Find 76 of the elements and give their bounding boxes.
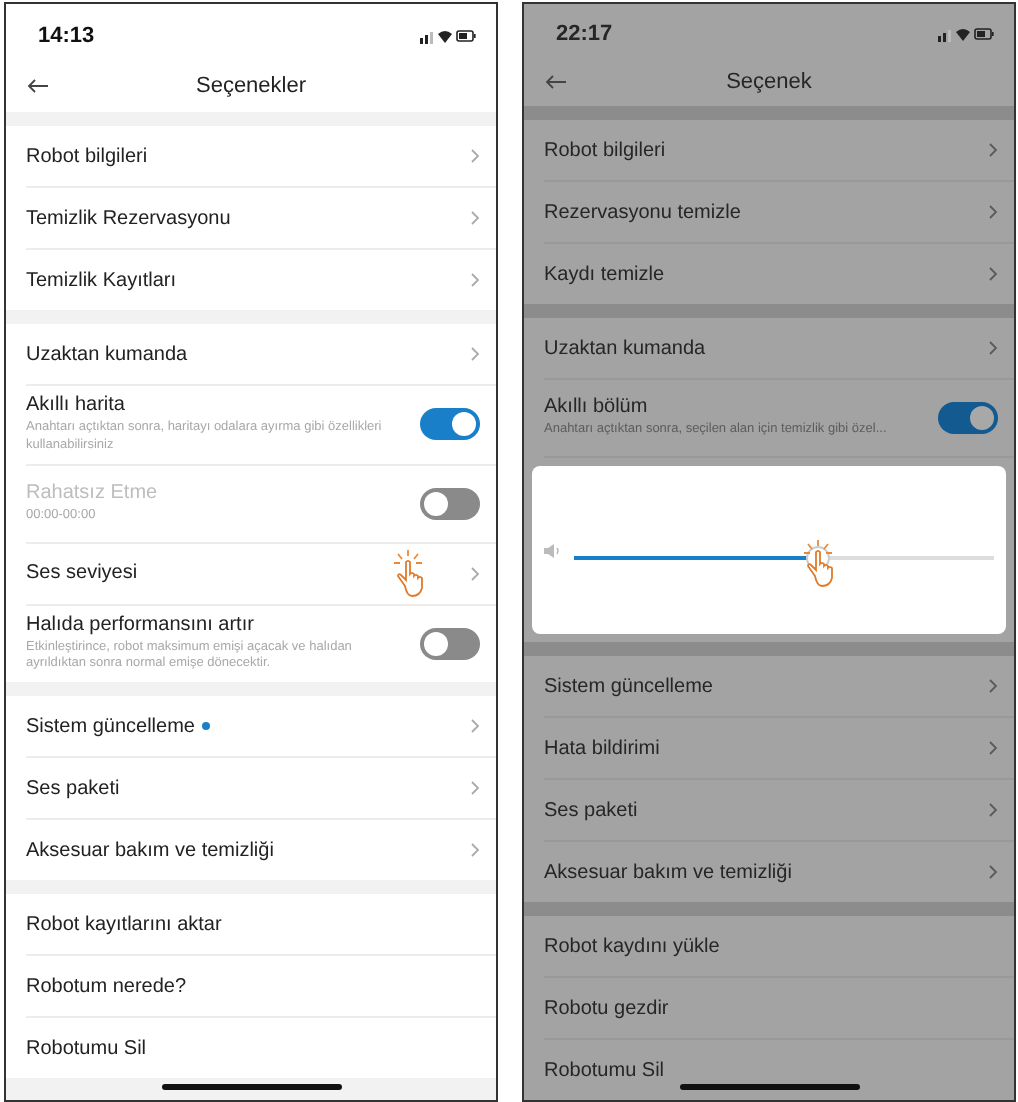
speaker-icon xyxy=(544,543,562,557)
settings-row[interactable]: Robot kayıtlarını aktar xyxy=(26,894,496,957)
settings-row[interactable]: Robotumu Sil xyxy=(26,1018,496,1079)
row-label: Akıllı harita xyxy=(26,394,127,416)
settings-row[interactable]: Robotumu Sil xyxy=(544,1040,1014,1100)
settings-row[interactable]: Robot bilgileri xyxy=(26,126,496,188)
chevron-right-icon xyxy=(470,148,480,164)
chevron-right-icon xyxy=(988,340,998,356)
screen-title: Seçenek xyxy=(726,69,812,94)
chevron-right-icon xyxy=(470,210,480,226)
row-label: Robot kayıtlarını aktar xyxy=(26,913,222,936)
chevron-right-icon xyxy=(470,272,480,288)
toggle-switch[interactable] xyxy=(938,402,998,434)
settings-row[interactable]: Ses seviyesi xyxy=(26,543,496,606)
row-label: Hata bildirimi xyxy=(544,737,660,759)
settings-row[interactable]: Robot kaydını yükle xyxy=(544,916,1014,978)
settings-row[interactable]: Uzaktan kumanda xyxy=(26,324,496,386)
chevron-right-icon xyxy=(470,718,480,735)
chevron-right-icon xyxy=(988,266,998,282)
chevron-right-icon xyxy=(988,142,998,158)
row-label: Aksesuar bakım ve temizliği xyxy=(544,861,792,883)
row-label: Halıda performansını artır xyxy=(26,613,256,636)
settings-row[interactable]: Temizlik Kayıtları xyxy=(26,250,496,310)
row-label: Ses paketi xyxy=(544,799,638,821)
row-label: Temizlik Rezervasyonu xyxy=(26,207,231,229)
chevron-right-icon xyxy=(470,346,480,362)
chevron-right-icon xyxy=(988,740,998,756)
row-label: Robot kaydını yükle xyxy=(544,935,720,957)
row-label: Ses paketi xyxy=(26,777,120,800)
chevron-right-icon xyxy=(988,678,998,694)
back-arrow-icon[interactable] xyxy=(544,73,568,90)
row-label: Ses seviyesi xyxy=(26,562,138,585)
chevron-right-icon xyxy=(988,864,998,880)
settings-row[interactable]: Aksesuar bakım ve temizliği xyxy=(544,842,1014,902)
settings-row[interactable]: Robotu gezdir xyxy=(544,978,1014,1040)
chevron-right-icon xyxy=(470,780,480,797)
settings-row[interactable]: Sistem güncelleme xyxy=(26,696,496,759)
row-label: Rahatsız Etme xyxy=(26,481,160,504)
settings-row[interactable]: Kaydı temizle xyxy=(544,244,1014,304)
row-label: Robotumu Sil xyxy=(26,1037,147,1060)
row-label: Aksesuar bakım ve temizliği xyxy=(26,839,274,862)
status-icons xyxy=(938,26,994,43)
settings-row[interactable]: Aksesuar bakım ve temizliği xyxy=(26,820,496,881)
settings-row[interactable]: Robotum nerede? xyxy=(26,956,496,1019)
settings-row[interactable]: Rezervasyonu temizle xyxy=(544,182,1014,244)
settings-row[interactable]: Sistem güncelleme xyxy=(544,656,1014,718)
row-label: Sistem güncelleme xyxy=(26,715,195,738)
row-label: Akıllı bölüm xyxy=(544,396,650,419)
toggle-switch[interactable] xyxy=(420,627,480,660)
row-label: Robot bilgileri xyxy=(26,145,148,167)
status-time: 14:13 xyxy=(38,24,95,48)
status-icons xyxy=(420,28,476,44)
chevron-right-icon xyxy=(988,802,998,818)
row-label: Robot bilgileri xyxy=(544,139,666,161)
back-arrow-icon[interactable] xyxy=(26,78,50,94)
status-time: 22:17 xyxy=(556,22,613,47)
toggle-switch[interactable] xyxy=(420,408,480,441)
settings-row[interactable]: Ses paketi xyxy=(26,758,496,821)
chevron-right-icon xyxy=(470,565,480,582)
settings-row[interactable]: Uzaktan kumanda xyxy=(544,318,1014,380)
row-label: Uzaktan kumanda xyxy=(544,337,706,359)
settings-row[interactable]: Temizlik Rezervasyonu xyxy=(26,188,496,250)
row-label: Kaydı temizle xyxy=(544,263,665,285)
row-label: Uzaktan kumanda xyxy=(26,343,188,365)
row-label: Sistem güncelleme xyxy=(544,675,713,697)
chevron-right-icon xyxy=(988,204,998,220)
row-label: Robotu gezdir xyxy=(544,997,669,1019)
row-label: Temizlik Kayıtları xyxy=(26,269,177,291)
settings-row[interactable]: Ses paketi xyxy=(544,780,1014,842)
row-label: Robotum nerede? xyxy=(26,975,187,998)
chevron-right-icon xyxy=(470,842,480,859)
settings-row[interactable]: Robot bilgileri xyxy=(544,120,1014,182)
row-label: Robotumu Sil xyxy=(544,1059,665,1081)
row-label: Rezervasyonu temizle xyxy=(544,201,741,223)
settings-row[interactable]: Hata bildirimi xyxy=(544,718,1014,780)
screen-title: Seçenekler xyxy=(195,74,307,98)
